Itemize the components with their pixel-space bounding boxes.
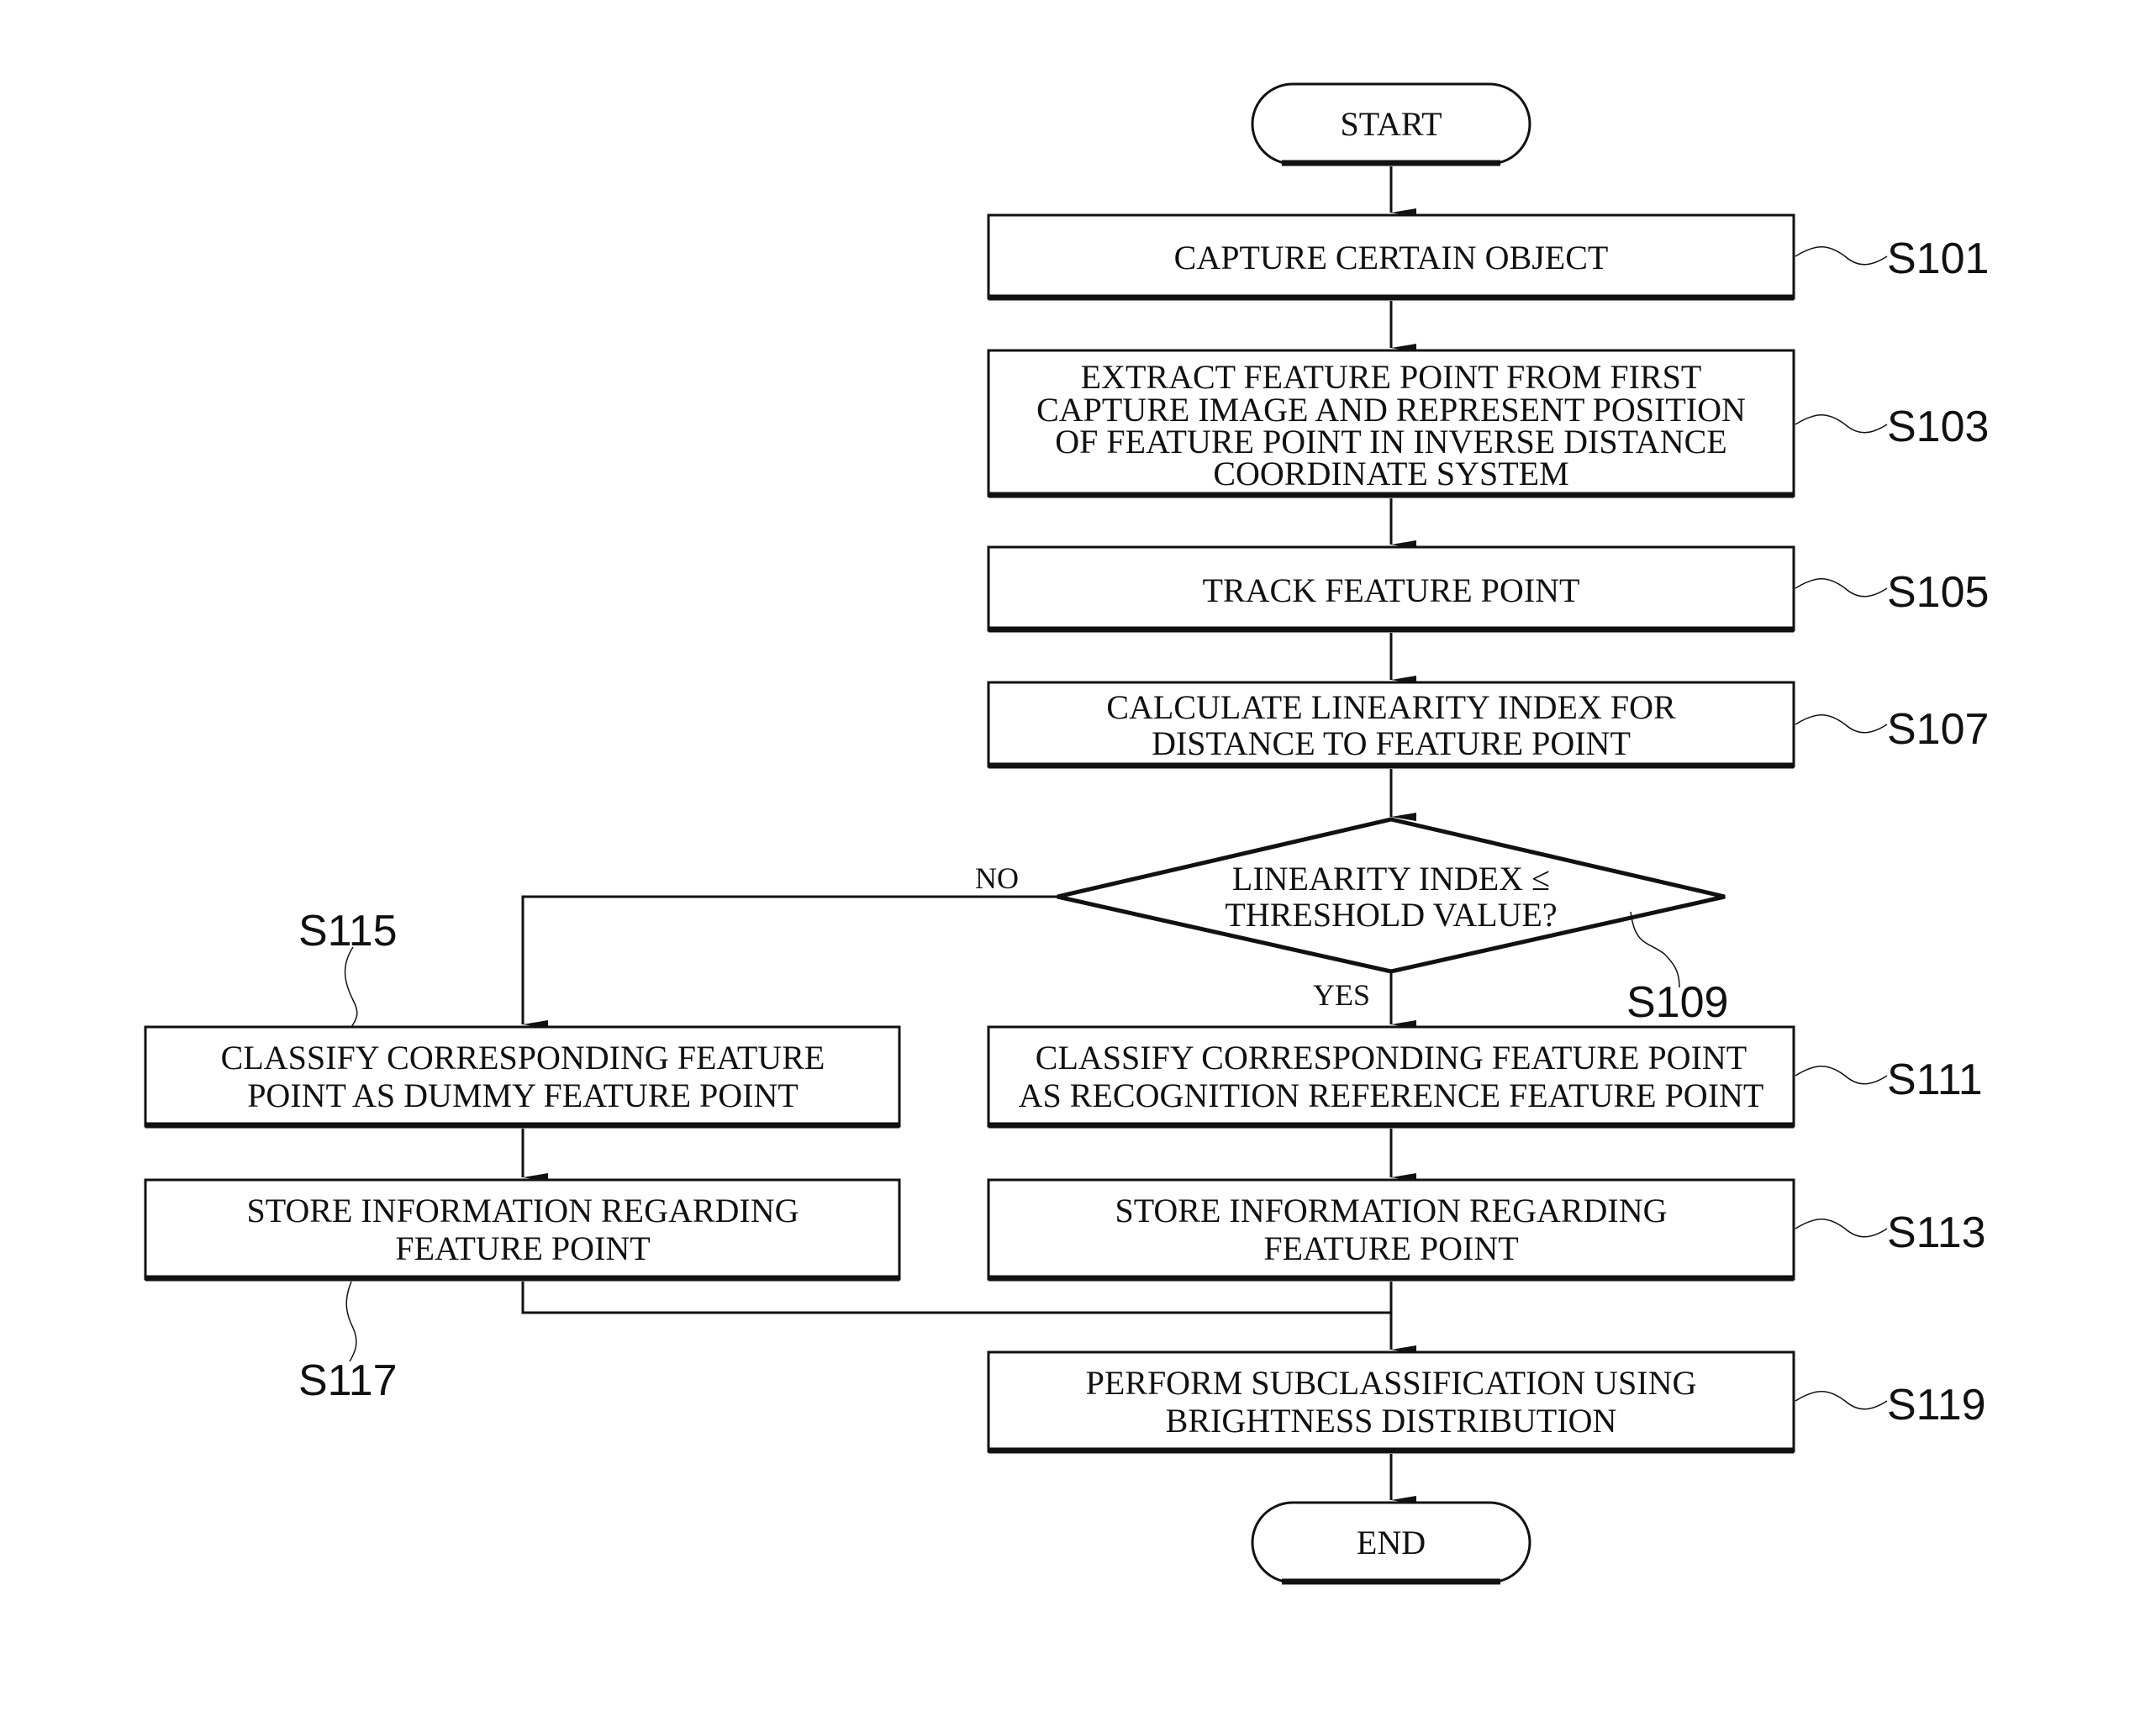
step-s117: STORE INFORMATION REGARDING FEATURE POIN… <box>144 1178 901 1282</box>
ref-s105: S105 <box>1887 568 1989 617</box>
ref-s103: S103 <box>1887 403 1989 451</box>
leader-s111 <box>1795 1066 1888 1085</box>
step-s119-line-2: BRIGHTNESS DISTRIBUTION <box>1166 1402 1617 1440</box>
step-s101-line-1: CAPTURE CERTAIN OBJECT <box>1174 239 1609 276</box>
step-s119-line-1: PERFORM SUBCLASSIFICATION USING <box>1086 1364 1697 1402</box>
step-s111: CLASSIFY CORRESPONDING FEATURE POINT AS … <box>987 1025 1795 1129</box>
ref-s119: S119 <box>1887 1381 1986 1429</box>
leader-s119 <box>1795 1391 1888 1410</box>
decision-line-1: LINEARITY INDEX ≤ <box>1232 860 1550 898</box>
leader-s103 <box>1795 414 1888 434</box>
start-terminal: START <box>1251 82 1531 166</box>
ref-s117: S117 <box>298 1356 398 1405</box>
step-s113: STORE INFORMATION REGARDING FEATURE POIN… <box>987 1178 1795 1282</box>
decision-line-2: THRESHOLD VALUE? <box>1225 896 1557 934</box>
start-label: START <box>1340 105 1442 143</box>
step-s111-line-1: CLASSIFY CORRESPONDING FEATURE POINT <box>1036 1039 1747 1077</box>
step-s115-line-1: CLASSIFY CORRESPONDING FEATURE <box>221 1039 825 1077</box>
leader-s109 <box>1630 911 1680 988</box>
step-s107-line-1: CALCULATE LINEARITY INDEX FOR <box>1106 688 1676 726</box>
end-label: END <box>1357 1524 1426 1561</box>
ref-s101: S101 <box>1887 234 1989 283</box>
yes-branch-label: YES <box>1313 978 1370 1012</box>
ref-s113: S113 <box>1887 1208 1986 1257</box>
no-branch-label: NO <box>975 861 1019 895</box>
step-s113-line-2: FEATURE POINT <box>1263 1229 1518 1267</box>
ref-s109: S109 <box>1626 978 1728 1027</box>
step-s101: CAPTURE CERTAIN OBJECT <box>987 213 1795 301</box>
step-s117-line-1: STORE INFORMATION REGARDING <box>246 1192 799 1229</box>
flowchart: START CAPTURE CERTAIN OBJECT EXTRACT FEA… <box>144 82 1989 1585</box>
step-s105-line-1: TRACK FEATURE POINT <box>1203 571 1580 609</box>
leader-s105 <box>1795 578 1888 598</box>
step-s105: TRACK FEATURE POINT <box>987 545 1795 633</box>
step-s113-line-1: STORE INFORMATION REGARDING <box>1115 1192 1667 1229</box>
step-s117-line-2: FEATURE POINT <box>395 1229 650 1267</box>
step-s119: PERFORM SUBCLASSIFICATION USING BRIGHTNE… <box>987 1350 1795 1454</box>
step-s103-line-4: COORDINATE SYSTEM <box>1213 455 1568 492</box>
leader-s117 <box>345 1281 357 1362</box>
step-s107: CALCULATE LINEARITY INDEX FOR DISTANCE T… <box>987 681 1795 769</box>
edge-s117-merge <box>521 1282 1391 1314</box>
leader-s107 <box>1795 714 1888 734</box>
ref-s107: S107 <box>1887 705 1989 754</box>
step-s115: CLASSIFY CORRESPONDING FEATURE POINT AS … <box>144 1025 901 1129</box>
leader-s115 <box>344 946 358 1028</box>
leader-s101 <box>1795 246 1888 266</box>
ref-s111: S111 <box>1887 1056 1983 1104</box>
edge-s109-s115-no <box>521 895 1057 1029</box>
step-s115-line-2: POINT AS DUMMY FEATURE POINT <box>247 1077 799 1114</box>
ref-s115: S115 <box>298 907 398 956</box>
step-s111-line-2: AS RECOGNITION REFERENCE FEATURE POINT <box>1019 1077 1764 1114</box>
step-s103: EXTRACT FEATURE POINT FROM FIRST CAPTURE… <box>987 349 1795 498</box>
leader-s113 <box>1795 1219 1888 1238</box>
decision-s109: LINEARITY INDEX ≤ THRESHOLD VALUE? <box>1057 817 1726 974</box>
end-terminal: END <box>1251 1501 1531 1585</box>
step-s107-line-2: DISTANCE TO FEATURE POINT <box>1152 724 1631 762</box>
